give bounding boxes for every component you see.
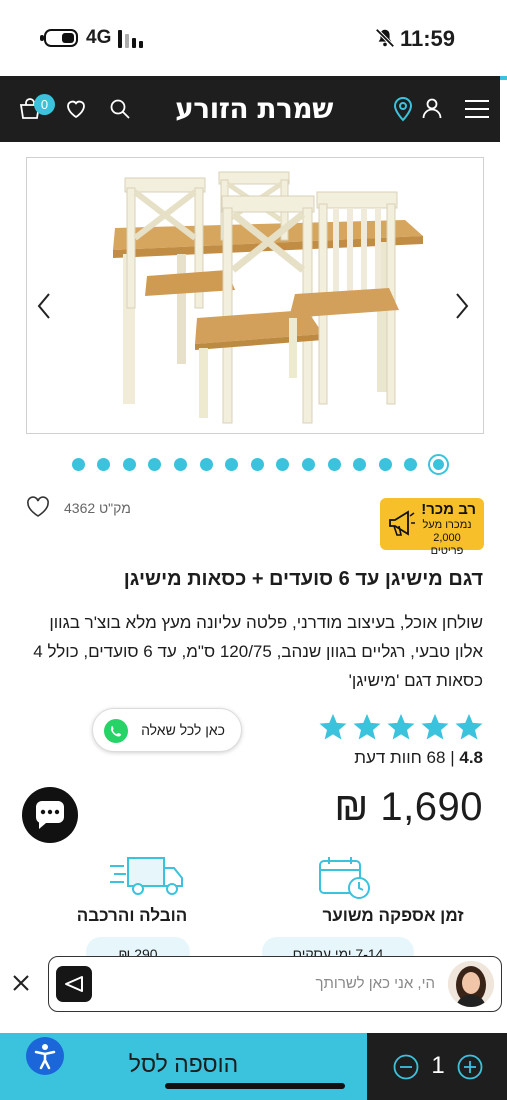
review-count: 68 חוות דעת (354, 748, 446, 767)
gallery-dot[interactable] (378, 458, 392, 471)
best-seller-badge: רב מכר! נמכרו מעל 2,000 פריטים (380, 498, 484, 557)
battery-icon (44, 29, 78, 47)
search-icon[interactable] (108, 97, 132, 121)
accessibility-button[interactable] (26, 1037, 64, 1075)
minus-icon[interactable] (393, 1054, 419, 1080)
site-header: 0 שמרת הזורע (0, 76, 500, 142)
rating-separator: | (450, 748, 455, 767)
qa-label: כאן לכל שאלה (141, 722, 225, 738)
user-icon[interactable] (420, 96, 444, 120)
badge-title: רב מכר! (421, 501, 476, 518)
agent-avatar (448, 961, 494, 1007)
star-icon (421, 713, 449, 740)
menu-icon[interactable] (464, 98, 490, 120)
chat-input-bar[interactable]: הי, אני כאן לשרותך (48, 956, 502, 1012)
product-image[interactable] (26, 157, 484, 434)
star-icon (319, 713, 347, 740)
quantity-stepper: 1 (367, 1033, 507, 1100)
chat-icon (35, 801, 64, 829)
delivery-assembly-label: הובלה והרכבה (76, 906, 188, 925)
sku-label: מק"ט 4362 (64, 500, 131, 516)
close-chat-icon[interactable] (6, 968, 36, 998)
gallery-next-arrow[interactable] (452, 290, 472, 322)
product-title: דגם מישיגן עד 6 סועדים + כסאות מישיגן (123, 568, 483, 590)
send-button[interactable] (56, 966, 92, 1002)
status-bar: 4G 11:59 (0, 0, 507, 76)
gallery-dot[interactable] (302, 458, 315, 471)
gallery-dot[interactable] (199, 458, 213, 471)
megaphone-icon (389, 510, 415, 536)
gallery-pagination (62, 454, 449, 475)
gallery-dot[interactable] (353, 458, 367, 471)
heart-icon[interactable] (64, 97, 88, 121)
cart-count-badge: 0 (34, 94, 55, 115)
gallery-dot[interactable] (174, 458, 187, 471)
wishlist-heart-icon[interactable] (26, 496, 50, 518)
star-icon (455, 713, 483, 740)
whatsapp-question-button[interactable]: כאן לכל שאלה (92, 708, 242, 752)
badge-subtitle: נמכרו מעל 2,000 פריטים (422, 519, 472, 557)
whatsapp-icon (104, 719, 128, 743)
truck-icon (110, 857, 183, 895)
send-icon (65, 976, 83, 992)
star-icon (353, 713, 381, 740)
chat-bubble-button[interactable] (22, 787, 78, 843)
site-logo[interactable]: שמרת הזורע (156, 92, 352, 125)
accessibility-icon (34, 1044, 56, 1070)
product-description: שולחן אוכל, בעיצוב מודרני, פלטה עליונה מ… (33, 613, 483, 690)
dining-set-illustration (113, 171, 423, 424)
rating-value: 4.8 (459, 748, 483, 767)
gallery-dot[interactable] (122, 458, 136, 471)
plus-icon[interactable] (457, 1054, 483, 1080)
gallery-dot[interactable] (276, 458, 290, 471)
header-accent (500, 76, 507, 80)
gallery-prev-arrow[interactable] (34, 290, 54, 322)
bottom-action-bar: הוספה לסל 1 (0, 1033, 507, 1100)
clock: 11:59 (399, 26, 455, 51)
delivery-time-label: זמן אספקה משוער (322, 906, 464, 925)
location-pin-icon[interactable] (392, 96, 414, 122)
gallery-dot[interactable] (250, 458, 264, 471)
star-icon (387, 713, 415, 740)
rating-stars[interactable] (318, 712, 486, 744)
gallery-dot[interactable] (225, 458, 239, 471)
gallery-dot[interactable] (148, 458, 162, 471)
gallery-dot[interactable] (71, 458, 85, 471)
signal-icon (118, 30, 148, 48)
gallery-dot[interactable] (327, 458, 341, 471)
network-type: 4G (86, 27, 112, 48)
chat-placeholder: הי, אני כאן לשרותך (315, 975, 435, 992)
rating-summary[interactable]: 4.8 | 68 חוות דעת (354, 748, 483, 768)
muted-bell-icon (375, 28, 395, 48)
gallery-dot[interactable] (428, 454, 449, 475)
calendar-clock-icon (319, 857, 370, 899)
gallery-dot[interactable] (404, 458, 418, 471)
gallery-dot[interactable] (97, 458, 111, 471)
product-price: 1,690 ₪ (334, 785, 483, 829)
home-indicator (165, 1083, 345, 1089)
quantity-value[interactable]: 1 (428, 1052, 448, 1080)
